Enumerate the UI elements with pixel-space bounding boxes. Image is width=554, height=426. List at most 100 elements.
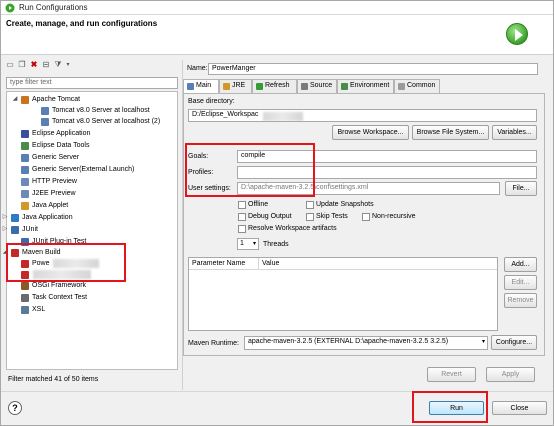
tree-item-label: Tomcat v8.0 Server at localhost bbox=[52, 107, 150, 114]
tree-item-label: Tomcat v8.0 Server at localhost (2) bbox=[52, 118, 161, 125]
redacted-path bbox=[263, 112, 303, 121]
tree-item-label: Generic Server bbox=[32, 154, 80, 161]
eclipse-icon bbox=[21, 130, 29, 138]
chevron-down-icon: ▾ bbox=[252, 241, 256, 247]
server-icon bbox=[21, 166, 29, 174]
tab-common[interactable]: Common bbox=[394, 79, 440, 93]
variables-button[interactable]: Variables... bbox=[492, 125, 537, 140]
offline-checkbox[interactable] bbox=[238, 201, 246, 209]
non-recursive-label: Non-recursive bbox=[372, 213, 416, 220]
base-directory-field[interactable]: D:/Eclipse_Workspac bbox=[188, 109, 537, 122]
apply-button[interactable]: Apply bbox=[486, 367, 535, 382]
web-icon bbox=[21, 190, 29, 198]
column-parameter-name[interactable]: Parameter Name bbox=[189, 258, 259, 270]
name-label: Name: bbox=[187, 65, 208, 72]
expand-icon[interactable]: ▷ bbox=[2, 212, 8, 223]
filter-status: Filter matched 41 of 50 items bbox=[8, 376, 99, 383]
name-field[interactable]: PowerManger bbox=[208, 63, 538, 75]
run-banner-icon bbox=[506, 23, 528, 45]
java-icon bbox=[11, 214, 19, 222]
base-directory-value: D:/Eclipse_Workspac bbox=[192, 111, 259, 118]
tree-item-label: Apache Tomcat bbox=[32, 96, 81, 103]
new-config-icon[interactable]: ▭ bbox=[5, 60, 15, 70]
dialog-header: Create, manage, and run configurations bbox=[1, 15, 553, 55]
collapse-all-icon[interactable]: ⊟ bbox=[41, 60, 51, 70]
title-bar: Run Configurations bbox=[1, 1, 553, 15]
server-icon bbox=[41, 107, 49, 115]
help-icon[interactable]: ? bbox=[8, 401, 22, 415]
main-tab-icon bbox=[187, 83, 194, 90]
tree-item-label: Java Application bbox=[22, 214, 73, 221]
debug-output-label: Debug Output bbox=[248, 213, 292, 220]
database-icon bbox=[21, 142, 29, 150]
update-snapshots-label: Update Snapshots bbox=[316, 201, 374, 208]
skip-tests-label: Skip Tests bbox=[316, 213, 348, 220]
junit-icon bbox=[11, 226, 19, 234]
tree-item-label: Task Context Test bbox=[32, 294, 88, 301]
refresh-tab-icon bbox=[256, 83, 263, 90]
delete-icon[interactable]: ✖ bbox=[29, 60, 39, 70]
highlight-run-button-box bbox=[412, 391, 488, 423]
osgi-icon bbox=[21, 282, 29, 290]
tab-source[interactable]: Source bbox=[297, 79, 337, 93]
source-tab-icon bbox=[301, 83, 308, 90]
tab-jre[interactable]: JRE bbox=[219, 79, 252, 93]
revert-button[interactable]: Revert bbox=[427, 367, 476, 382]
highlight-goals-box bbox=[185, 143, 315, 197]
browse-workspace-button[interactable]: Browse Workspace... bbox=[332, 125, 409, 140]
environment-tab-icon bbox=[341, 83, 348, 90]
resolve-workspace-checkbox[interactable] bbox=[238, 225, 246, 233]
remove-button[interactable]: Remove bbox=[504, 293, 537, 308]
tree-item-label: J2EE Preview bbox=[32, 190, 76, 197]
collapse-icon[interactable]: ◢ bbox=[12, 94, 18, 105]
add-button[interactable]: Add... bbox=[504, 257, 537, 272]
edit-button[interactable]: Edit... bbox=[504, 275, 537, 290]
tree-item-label: Eclipse Application bbox=[32, 130, 91, 137]
browse-file-system-button[interactable]: Browse File System... bbox=[412, 125, 489, 140]
task-icon bbox=[21, 294, 29, 302]
tab-source-label: Source bbox=[310, 82, 333, 89]
tab-jre-label: JRE bbox=[232, 82, 246, 89]
file-button[interactable]: File... bbox=[505, 181, 537, 196]
filter-input[interactable]: type filter text bbox=[6, 77, 178, 89]
expand-icon[interactable]: ▷ bbox=[2, 224, 8, 235]
resolve-workspace-label: Resolve Workspace artifacts bbox=[248, 225, 337, 232]
tab-refresh-label: Refresh bbox=[265, 82, 290, 89]
common-tab-icon bbox=[398, 83, 405, 90]
server-icon bbox=[21, 154, 29, 162]
run-configurations-icon bbox=[5, 3, 15, 13]
maven-runtime-value: apache-maven-3.2.5 (EXTERNAL D:\apache-m… bbox=[248, 338, 449, 345]
update-snapshots-checkbox[interactable] bbox=[306, 201, 314, 209]
parameter-table[interactable]: Parameter Name Value bbox=[188, 257, 498, 331]
configuration-tree[interactable]: ◢ Apache Tomcat Tomcat v8.0 Server at loca… bbox=[3, 91, 178, 370]
run-configurations-window: Run Configurations Create, manage, and r… bbox=[0, 0, 554, 426]
highlight-maven-build-box bbox=[6, 243, 126, 282]
jre-tab-icon bbox=[223, 83, 230, 90]
non-recursive-checkbox[interactable] bbox=[362, 213, 370, 221]
configure-button[interactable]: Configure... bbox=[491, 335, 537, 350]
xsl-icon bbox=[21, 306, 29, 314]
tab-environment-label: Environment bbox=[350, 82, 390, 89]
column-value[interactable]: Value bbox=[259, 258, 497, 270]
tab-refresh[interactable]: Refresh bbox=[252, 79, 297, 93]
base-directory-label: Base directory: bbox=[188, 98, 235, 105]
tab-common-label: Common bbox=[407, 82, 436, 89]
offline-label: Offline bbox=[248, 201, 269, 208]
chevron-down-icon[interactable]: ▾ bbox=[63, 60, 73, 70]
threads-select[interactable]: 1 ▾ bbox=[237, 238, 259, 250]
tree-item-label: XSL bbox=[32, 306, 46, 313]
debug-output-checkbox[interactable] bbox=[238, 213, 246, 221]
maven-runtime-select[interactable]: apache-maven-3.2.5 (EXTERNAL D:\apache-m… bbox=[244, 336, 488, 350]
tree-item-label: HTTP Preview bbox=[32, 178, 77, 185]
tab-main[interactable]: Main bbox=[183, 79, 219, 94]
tomcat-icon bbox=[21, 96, 29, 104]
duplicate-icon[interactable]: ❐ bbox=[17, 60, 27, 70]
server-icon bbox=[41, 118, 49, 126]
close-button[interactable]: Close bbox=[492, 401, 547, 415]
tab-main-label: Main bbox=[196, 82, 212, 89]
header-title: Create, manage, and run configurations bbox=[6, 19, 158, 28]
skip-tests-checkbox[interactable] bbox=[306, 213, 314, 221]
threads-label: Threads bbox=[263, 241, 289, 248]
tab-environment[interactable]: Environment bbox=[337, 79, 394, 93]
filter-icon[interactable]: ⧩ bbox=[53, 60, 63, 70]
